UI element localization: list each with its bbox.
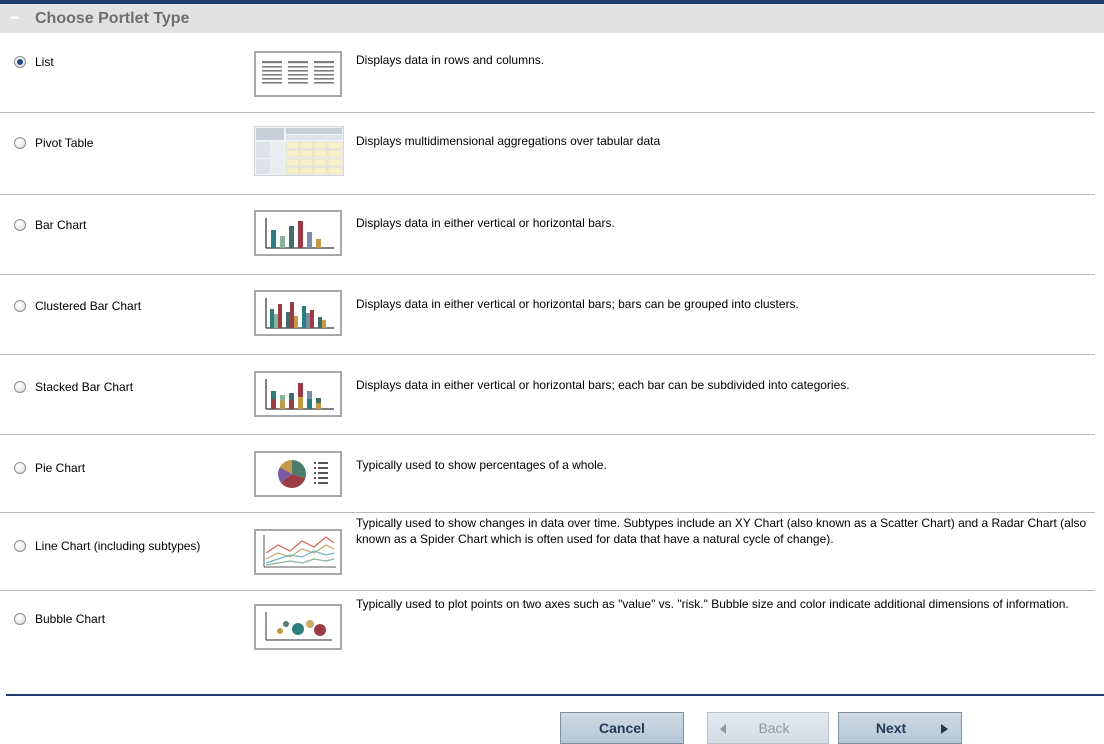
- portlet-type-row-line-chart[interactable]: Line Chart (including subtypes) Typicall…: [0, 513, 1095, 591]
- portlet-type-label: Pie Chart: [35, 461, 86, 475]
- line-chart-thumbnail-icon: [254, 529, 342, 575]
- cancel-button-label: Cancel: [599, 720, 645, 736]
- portlet-type-row-clustered-bar-chart[interactable]: Clustered Bar Chart Displays data in eit…: [0, 275, 1095, 355]
- portlet-type-label: Line Chart (including subtypes): [35, 539, 201, 553]
- back-arrow-icon: [720, 724, 726, 734]
- bar-chart-thumbnail-icon: [254, 210, 342, 256]
- radio-clustered-bar-chart[interactable]: [14, 300, 26, 312]
- next-button[interactable]: Next: [838, 712, 962, 744]
- radio-bubble-chart[interactable]: [14, 613, 26, 625]
- portlet-type-row-bar-chart[interactable]: Bar Chart Displays data in either vertic…: [0, 195, 1095, 275]
- footer-divider: [6, 694, 1104, 696]
- back-button[interactable]: Back: [707, 712, 829, 744]
- portlet-type-row-stacked-bar-chart[interactable]: Stacked Bar Chart Displays data in eithe…: [0, 355, 1095, 435]
- panel-title: Choose Portlet Type: [35, 10, 190, 27]
- portlet-type-description: Displays data in either vertical or hori…: [356, 216, 615, 230]
- bubble-chart-thumbnail-icon: [254, 604, 342, 650]
- portlet-type-row-bubble-chart[interactable]: Bubble Chart Typically used to plot poin…: [0, 591, 1095, 667]
- portlet-type-description: Displays data in rows and columns.: [356, 53, 545, 67]
- portlet-type-row-pie-chart[interactable]: Pie Chart Typically used to show percent…: [0, 435, 1095, 513]
- next-button-label: Next: [875, 720, 907, 736]
- portlet-type-label: Stacked Bar Chart: [35, 380, 134, 394]
- portlet-type-row-pivot-table[interactable]: Pivot Table Displays multidimensional ag…: [0, 113, 1095, 195]
- portlet-type-row-list[interactable]: List Displays data in rows and columns.: [0, 33, 1095, 113]
- panel-header: − Choose Portlet Type: [0, 0, 1104, 33]
- portlet-type-label: Bubble Chart: [35, 612, 106, 626]
- portlet-type-list: List Displays data in rows and columns. …: [0, 33, 1104, 667]
- portlet-type-description: Displays multidimensional aggregations o…: [356, 134, 661, 148]
- portlet-type-label: Bar Chart: [35, 218, 87, 232]
- back-button-label: Back: [758, 720, 790, 736]
- radio-bar-chart[interactable]: [14, 219, 26, 231]
- portlet-type-description: Displays data in either vertical or hori…: [356, 378, 850, 392]
- radio-pivot-table[interactable]: [14, 137, 26, 149]
- radio-line-chart[interactable]: [14, 540, 26, 552]
- radio-pie-chart[interactable]: [14, 462, 26, 474]
- next-arrow-icon: [941, 724, 948, 734]
- portlet-type-description: Typically used to show changes in data o…: [356, 516, 1087, 546]
- radio-list[interactable]: [14, 56, 26, 68]
- portlet-type-description: Displays data in either vertical or hori…: [356, 297, 799, 311]
- portlet-type-description: Typically used to show percentages of a …: [356, 458, 607, 472]
- collapse-icon[interactable]: −: [10, 8, 24, 30]
- portlet-type-label: List: [35, 55, 54, 69]
- cancel-button[interactable]: Cancel: [560, 712, 684, 744]
- stacked-bar-chart-thumbnail-icon: [254, 371, 342, 417]
- pie-chart-thumbnail-icon: [254, 451, 342, 497]
- clustered-bar-chart-thumbnail-icon: [254, 290, 342, 336]
- portlet-type-label: Clustered Bar Chart: [35, 299, 142, 313]
- list-thumbnail-icon: [254, 51, 342, 97]
- radio-stacked-bar-chart[interactable]: [14, 381, 26, 393]
- portlet-type-label: Pivot Table: [35, 136, 94, 150]
- pivot-table-thumbnail-icon: [254, 126, 344, 176]
- portlet-type-description: Typically used to plot points on two axe…: [356, 597, 1069, 611]
